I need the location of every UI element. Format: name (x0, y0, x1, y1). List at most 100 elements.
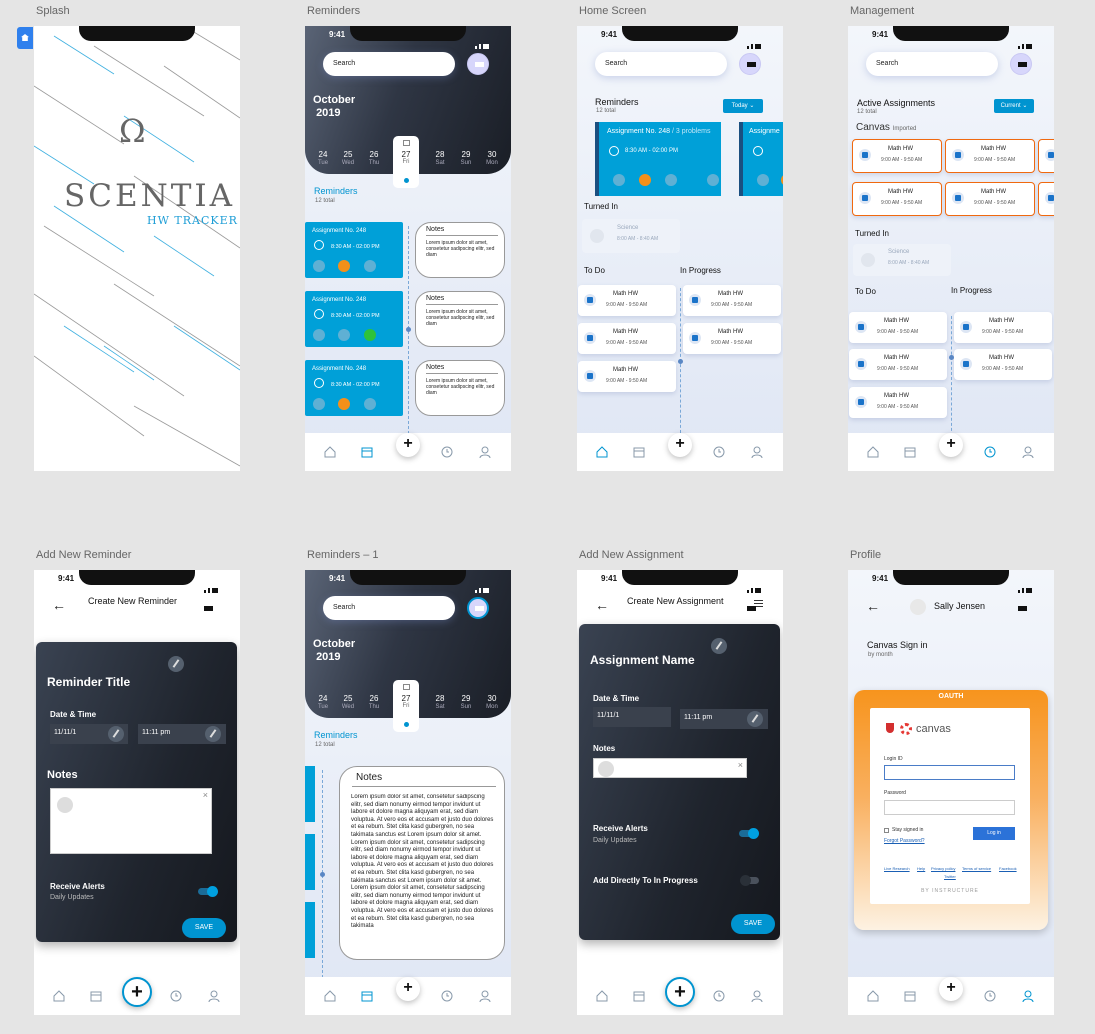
home-icon[interactable] (866, 445, 880, 459)
day-26[interactable]: 26 Thu (364, 150, 384, 168)
notes-card-expanded[interactable]: Notes Lorem ipsum dolor sit amet, conset… (339, 766, 505, 960)
avatar[interactable] (910, 599, 926, 615)
calendar-icon[interactable] (360, 445, 374, 459)
day-27-selected[interactable]: 27 Fri (393, 680, 419, 732)
clock-icon[interactable] (712, 989, 726, 1003)
reminder-card[interactable]: Assignment No. 248 8:30 AM - 02:00 PM (305, 222, 403, 278)
user-icon[interactable] (750, 445, 764, 459)
user-icon[interactable] (207, 989, 221, 1003)
clock-icon[interactable] (983, 989, 997, 1003)
user-icon[interactable] (750, 989, 764, 1003)
footer-link[interactable]: Help (917, 866, 925, 871)
add-button[interactable]: + (396, 433, 420, 457)
day-25[interactable]: 25 Wed (338, 694, 358, 712)
calendar-icon[interactable] (632, 989, 646, 1003)
day-26[interactable]: 26 Thu (364, 694, 384, 712)
notes-card[interactable]: Notes Lorem ipsum dolor sit amet, consete… (415, 291, 505, 347)
reminder-title-field[interactable]: Reminder Title (47, 675, 130, 689)
notes-input[interactable]: × (593, 758, 747, 778)
stay-signed-checkbox[interactable] (884, 828, 889, 833)
footer-link[interactable]: Terms of service (962, 866, 991, 871)
day-24[interactable]: 24 Tue (313, 694, 333, 712)
add-button[interactable]: + (939, 977, 963, 1001)
task-card[interactable]: Math HW 9:00 AM - 9:50 AM (849, 387, 947, 418)
edit-pencil-icon[interactable] (711, 638, 727, 654)
reminder-card-collapsed[interactable] (305, 902, 315, 958)
add-button[interactable]: + (939, 433, 963, 457)
day-30[interactable]: 30 Mon (482, 150, 502, 168)
task-card[interactable]: Math HW 9:00 AM - 9:50 AM (578, 285, 676, 316)
turned-in-card[interactable]: Science 8:00 AM - 8:40 AM (853, 244, 951, 276)
today-button[interactable]: Today ⌄ (723, 99, 763, 113)
date-field[interactable]: 11/11/1 (593, 707, 671, 727)
day-24[interactable]: 24 Tue (313, 150, 333, 168)
current-button[interactable]: Current ⌄ (994, 99, 1034, 113)
day-25[interactable]: 25 Wed (338, 150, 358, 168)
task-card[interactable]: Math HW 9:00 AM - 9:50 AM (849, 312, 947, 343)
reminder-card[interactable]: Assignment No. 248 8:30 AM - 02:00 PM (305, 291, 403, 347)
search-input[interactable]: Search (866, 52, 998, 76)
clock-icon[interactable] (440, 445, 454, 459)
edit-pencil-icon[interactable] (598, 761, 614, 777)
calendar-icon[interactable] (903, 445, 917, 459)
home-icon[interactable] (323, 445, 337, 459)
save-button[interactable]: SAVE (182, 918, 226, 938)
add-button[interactable]: + (668, 433, 692, 457)
calendar-icon[interactable] (632, 445, 646, 459)
edit-pencil-icon[interactable] (57, 797, 73, 813)
reminder-card[interactable]: Assignment No. 248 8:30 AM - 02:00 PM (305, 360, 403, 416)
calendar-icon[interactable] (89, 989, 103, 1003)
calendar-icon[interactable] (903, 989, 917, 1003)
password-input[interactable] (884, 800, 1015, 815)
back-arrow-icon[interactable]: ← (52, 597, 66, 613)
footer-link[interactable]: Live Research (884, 866, 910, 871)
assignment-name-field[interactable]: Assignment Name (590, 653, 695, 667)
alerts-toggle[interactable] (739, 828, 759, 839)
calendar-icon[interactable] (360, 989, 374, 1003)
edit-pencil-icon[interactable] (205, 726, 221, 742)
canvas-task-card[interactable]: Math HW 9:00 AM - 9:50 AM (945, 139, 1035, 173)
canvas-task-card-peek[interactable] (1038, 182, 1054, 216)
back-arrow-icon[interactable]: ← (595, 597, 609, 613)
day-29[interactable]: 29 Sun (456, 150, 476, 168)
reminder-card-collapsed[interactable] (305, 766, 315, 822)
task-card[interactable]: Math HW 9:00 AM - 9:50 AM (954, 312, 1052, 343)
day-28[interactable]: 28 Sat (430, 694, 450, 712)
task-card[interactable]: Math HW 9:00 AM - 9:50 AM (683, 285, 781, 316)
footer-link[interactable]: Twitter (944, 874, 956, 879)
back-arrow-icon[interactable]: ← (866, 598, 880, 614)
add-button[interactable]: + (665, 977, 695, 1007)
day-29[interactable]: 29 Sun (456, 694, 476, 712)
footer-link[interactable]: Facebook (999, 866, 1017, 871)
task-card[interactable]: Math HW 9:00 AM - 9:50 AM (578, 323, 676, 354)
home-icon[interactable] (323, 989, 337, 1003)
notes-textarea[interactable]: × (50, 788, 212, 854)
task-card[interactable]: Math HW 9:00 AM - 9:50 AM (683, 323, 781, 354)
notes-card[interactable]: Notes Lorem ipsum dolor sit amet, consete… (415, 222, 505, 278)
search-input[interactable]: Search (595, 52, 727, 76)
edit-pencil-icon[interactable] (108, 726, 124, 742)
footer-link[interactable]: Privacy policy (931, 866, 955, 871)
assignment-card[interactable]: Assignment No. 248 / 3 problems 8:30 AM … (595, 122, 721, 196)
user-icon[interactable] (1021, 989, 1035, 1003)
clock-icon[interactable] (712, 445, 726, 459)
close-icon[interactable]: × (738, 760, 743, 770)
day-27-selected[interactable]: 27 Fri (393, 136, 419, 188)
canvas-task-card[interactable]: Math HW 9:00 AM - 9:50 AM (852, 139, 942, 173)
task-card[interactable]: Math HW 9:00 AM - 9:50 AM (954, 349, 1052, 380)
day-30[interactable]: 30 Mon (482, 694, 502, 712)
clock-icon[interactable] (169, 989, 183, 1003)
home-icon[interactable] (866, 989, 880, 1003)
home-icon[interactable] (595, 445, 609, 459)
in-progress-toggle[interactable] (740, 875, 759, 886)
user-icon[interactable] (478, 445, 492, 459)
user-icon[interactable] (478, 989, 492, 1003)
notes-card[interactable]: Notes Lorem ipsum dolor sit amet, consete… (415, 360, 505, 416)
edit-pencil-icon[interactable] (168, 656, 184, 672)
canvas-task-card[interactable]: Math HW 9:00 AM - 9:50 AM (945, 182, 1035, 216)
alerts-toggle[interactable] (198, 886, 218, 897)
forgot-password-link[interactable]: Forgot Password? (884, 838, 925, 844)
user-icon[interactable] (1021, 445, 1035, 459)
clock-icon[interactable] (983, 445, 997, 459)
task-card[interactable]: Math HW 9:00 AM - 9:50 AM (578, 361, 676, 392)
